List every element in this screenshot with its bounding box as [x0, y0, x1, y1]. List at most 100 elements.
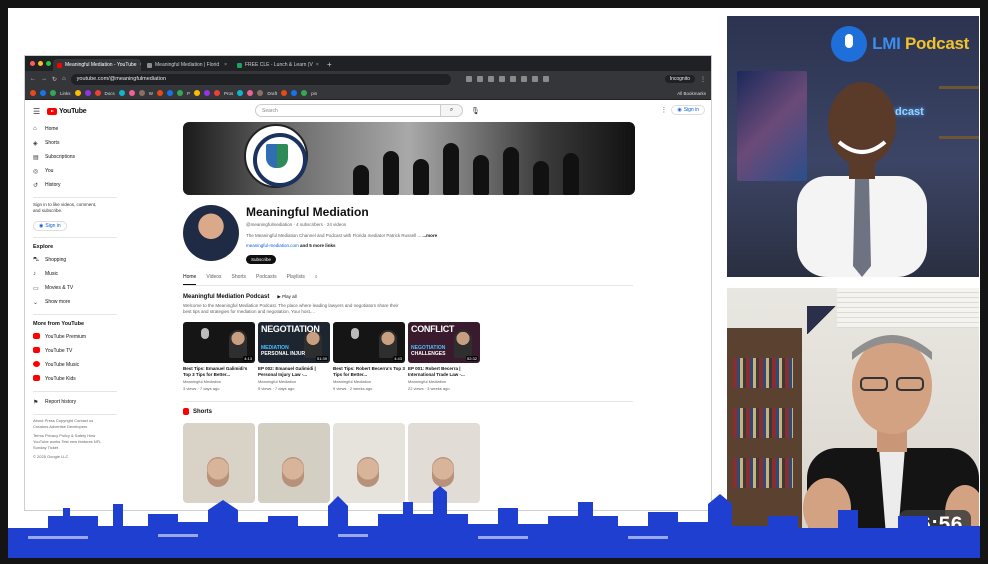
sidebar-item-youtube-music[interactable]: YouTube Music	[33, 358, 125, 372]
sidebar-item-history[interactable]: ↺ History	[33, 178, 125, 192]
extension-icon[interactable]	[476, 76, 483, 82]
channel-links[interactable]: meaningful-mediation.com and 5 more link…	[246, 243, 437, 248]
tab-podcasts[interactable]: Podcasts	[256, 274, 277, 285]
new-tab-button[interactable]: +	[323, 59, 336, 71]
playlist-title[interactable]: Meaningful Mediation Podcast	[183, 294, 269, 300]
youtube-logo[interactable]: YouTube	[47, 107, 87, 115]
close-tab-icon[interactable]: ×	[316, 62, 319, 68]
reload-icon[interactable]: ↻	[52, 76, 57, 83]
video-thumbnail[interactable]: 4:13	[183, 322, 255, 363]
browser-tab[interactable]: Meaningful Mediation | Florid ×	[143, 59, 231, 71]
url-field[interactable]: youtube.com/@meaningfulmediation	[70, 73, 451, 85]
bookmark-link[interactable]: W	[149, 91, 153, 96]
bookmark-favicon-icon[interactable]	[257, 90, 264, 96]
sidebar-item-show-more[interactable]: ⌄ Show more	[33, 295, 125, 309]
video-card[interactable]: 4:13 Best Tips: Emanuel Galimidi's Top 3 …	[183, 322, 255, 391]
sidebar-item-youtube-kids[interactable]: YouTube Kids	[33, 372, 125, 386]
extension-icon[interactable]	[531, 76, 538, 82]
bookmark-link[interactable]: Links	[60, 91, 71, 96]
video-channel[interactable]: Meaningful Mediation	[333, 379, 405, 385]
sign-in-button[interactable]: ◉ Sign in	[671, 105, 705, 115]
extension-icon[interactable]	[509, 76, 516, 82]
sidebar-item-movies[interactable]: ▭ Movies & TV	[33, 281, 125, 295]
tab-home[interactable]: Home	[183, 274, 197, 285]
home-icon[interactable]: ⌂	[62, 76, 66, 82]
bookmark-link[interactable]: pin	[311, 91, 317, 96]
bookmark-favicon-icon[interactable]	[204, 90, 211, 96]
more-link[interactable]: ...more	[422, 233, 437, 238]
footer-links-2[interactable]: Terms Privacy Policy & Safety How YouTub…	[33, 433, 108, 451]
bookmark-link[interactable]: Draft	[267, 91, 277, 96]
sidebar-item-report-history[interactable]: ⚑ Report history	[33, 395, 125, 409]
video-thumbnail[interactable]: CONFLICT NEGOTIATION CHALLENGES 52:32	[408, 322, 480, 363]
browser-tab[interactable]: FREE CLE - Lunch & Learn (V ×	[233, 59, 321, 71]
tab-shorts[interactable]: Shorts	[232, 274, 246, 285]
bookmark-favicon-icon[interactable]	[138, 90, 145, 96]
bookmark-link[interactable]: Docs	[105, 91, 115, 96]
back-icon[interactable]: ←	[30, 76, 36, 82]
tab-videos[interactable]: Videos	[206, 274, 221, 285]
bookmark-favicon-icon[interactable]	[247, 90, 254, 96]
extension-icon[interactable]	[520, 76, 527, 82]
incognito-badge[interactable]: Incognito	[664, 75, 695, 83]
browser-tab[interactable]: Meaningful Mediation - YouTube×	[53, 59, 141, 71]
sidebar-item-you[interactable]: ◎ You	[33, 164, 125, 178]
menu-icon[interactable]: ☰	[33, 107, 47, 116]
tab-playlists[interactable]: Playlists	[287, 274, 305, 285]
extension-icon[interactable]	[487, 76, 494, 82]
bookmark-favicon-icon[interactable]	[194, 90, 201, 96]
sidebar-item-youtube-tv[interactable]: YouTube TV	[33, 344, 125, 358]
close-tab-icon[interactable]: ×	[140, 62, 141, 68]
bookmark-favicon-icon[interactable]	[237, 90, 244, 96]
sidebar-item-music[interactable]: ♪ Music	[33, 267, 125, 281]
subscribe-button[interactable]: Subscribe	[246, 255, 277, 264]
video-channel[interactable]: Meaningful Mediation	[258, 379, 330, 385]
sidebar-item-subscriptions[interactable]: ▤ Subscriptions	[33, 150, 125, 164]
sidebar-sign-in-button[interactable]: ◉ Sign in	[33, 221, 67, 231]
sidebar-item-premium[interactable]: YouTube Premium	[33, 330, 125, 344]
sidebar-item-shopping[interactable]: ⛍ Shopping	[33, 253, 125, 267]
close-tab-icon[interactable]: ×	[224, 62, 227, 68]
bookmark-favicon-icon[interactable]	[157, 90, 164, 96]
video-thumbnail[interactable]: NEGOTIATION MEDIATION PERSONAL INJUR 51:39	[258, 322, 330, 363]
bookmark-favicon-icon[interactable]	[301, 90, 308, 96]
bookmark-favicon-icon[interactable]	[118, 90, 125, 96]
minimize-window-button[interactable]	[38, 61, 43, 66]
video-title[interactable]: Best Tips: Robert Becerra's Top 3 Tips f…	[333, 366, 405, 378]
bookmark-link[interactable]: P	[187, 91, 190, 96]
video-card[interactable]: CONFLICT NEGOTIATION CHALLENGES 52:32 EP 001…	[408, 322, 480, 391]
more-links[interactable]: and 5 more links	[300, 243, 336, 248]
bookmark-favicon-icon[interactable]	[40, 90, 46, 96]
search-input[interactable]: Search	[255, 104, 441, 117]
bookmark-favicon-icon[interactable]	[30, 90, 36, 96]
video-title[interactable]: Best Tips: Emanuel Galimidi's Top 3 Tips…	[183, 366, 255, 378]
extension-icon[interactable]	[498, 76, 505, 82]
channel-website-link[interactable]: meaningful-mediation.com	[246, 243, 299, 248]
channel-search-icon[interactable]: ⌕	[315, 274, 318, 285]
extension-icon[interactable]	[542, 76, 549, 82]
voice-search-icon[interactable]: 🎙	[471, 107, 480, 115]
video-thumbnail[interactable]: 4:43	[333, 322, 405, 363]
video-card[interactable]: 4:43 Best Tips: Robert Becerra's Top 3 Ti…	[333, 322, 405, 391]
bookmark-link[interactable]: Pros	[224, 91, 233, 96]
video-channel[interactable]: Meaningful Mediation	[183, 379, 255, 385]
bookmark-favicon-icon[interactable]	[281, 90, 288, 96]
channel-description[interactable]: The Meaningful Mediation Channel and Pod…	[246, 233, 437, 238]
settings-kebab-icon[interactable]: ⋮	[660, 106, 667, 114]
bookmark-favicon-icon[interactable]	[50, 90, 56, 96]
bookmark-favicon-icon[interactable]	[291, 90, 298, 96]
sidebar-item-shorts[interactable]: ◈ Shorts	[33, 136, 125, 150]
extension-icon[interactable]	[465, 76, 472, 82]
video-title[interactable]: EP 002: Emanuel Galimidi | Personal Inju…	[258, 366, 330, 378]
bookmark-favicon-icon[interactable]	[74, 90, 81, 96]
all-bookmarks[interactable]: All Bookmarks	[677, 91, 706, 96]
bookmark-favicon-icon[interactable]	[84, 90, 91, 96]
play-all-button[interactable]: ▶ Play all	[277, 294, 296, 300]
bookmark-favicon-icon[interactable]	[214, 90, 221, 96]
bookmark-favicon-icon[interactable]	[167, 90, 174, 96]
search-button[interactable]: ⌕	[441, 104, 463, 117]
sidebar-item-home[interactable]: ⌂ Home	[33, 122, 125, 136]
video-title[interactable]: EP 001: Robert Becerra | International T…	[408, 366, 480, 378]
close-window-button[interactable]	[30, 61, 35, 66]
forward-icon[interactable]: →	[41, 76, 47, 82]
